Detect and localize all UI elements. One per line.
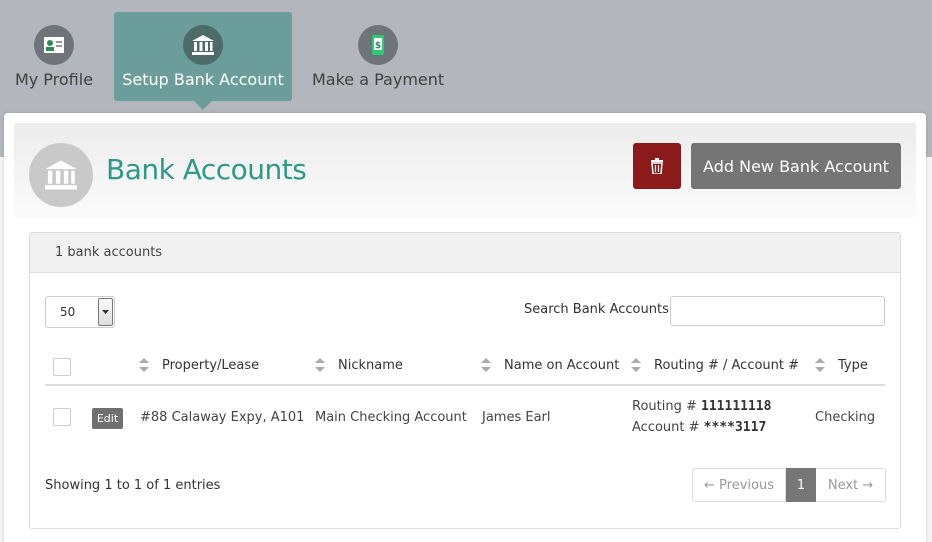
bank-accounts-panel: 1 bank accounts 50 Search Bank Accounts:… xyxy=(29,232,901,529)
sort-icon[interactable] xyxy=(631,358,641,372)
svg-text:$: $ xyxy=(375,41,381,51)
page-length-select[interactable]: 50 xyxy=(45,296,115,328)
tab-label: Make a Payment xyxy=(312,70,445,89)
chevron-down-icon[interactable] xyxy=(98,298,113,326)
previous-button[interactable]: ← Previous xyxy=(692,468,786,502)
page-title: Bank Accounts xyxy=(106,153,307,186)
trash-icon xyxy=(651,158,663,174)
column-nickname[interactable]: Nickname xyxy=(338,358,403,373)
pagination: ← Previous 1 Next → xyxy=(692,468,886,502)
sort-icon[interactable] xyxy=(315,358,325,372)
page-length-value: 50 xyxy=(60,305,76,319)
content-card: Bank Accounts Add New Bank Account 1 ban… xyxy=(4,113,926,542)
next-button[interactable]: Next → xyxy=(816,468,886,502)
tab-setup-bank-account[interactable]: Setup Bank Account xyxy=(114,12,292,110)
account-number: ****3117 xyxy=(703,420,767,435)
column-property-lease[interactable]: Property/Lease xyxy=(162,358,259,373)
page-1-button[interactable]: 1 xyxy=(786,468,816,502)
table-info: Showing 1 to 1 of 1 entries xyxy=(45,478,221,493)
column-routing-account[interactable]: Routing # / Account # xyxy=(654,358,799,373)
routing-number: 111111118 xyxy=(701,399,772,414)
edit-button[interactable]: Edit xyxy=(92,408,123,429)
delete-button[interactable] xyxy=(633,143,681,189)
tab-label: Setup Bank Account xyxy=(122,70,284,89)
account-label: Account # xyxy=(632,420,700,435)
bank-icon xyxy=(29,143,93,207)
table-header: Property/Lease Nickname Name on Account … xyxy=(45,348,885,386)
cell-type: Checking xyxy=(815,410,876,425)
page-header: Bank Accounts Add New Bank Account xyxy=(14,123,916,218)
row-checkbox[interactable] xyxy=(53,408,71,426)
routing-label: Routing # xyxy=(632,399,697,414)
cell-nickname: Main Checking Account xyxy=(315,410,467,425)
table-row: Edit #88 Calaway Expy, A101 Main Checkin… xyxy=(45,388,885,448)
cell-name-on-account: James Earl xyxy=(482,410,551,425)
column-name-on-account[interactable]: Name on Account xyxy=(504,358,619,373)
tab-make-a-payment[interactable]: $ Make a Payment xyxy=(312,12,444,101)
cell-property: #88 Calaway Expy, A101 xyxy=(140,410,305,425)
profile-card-icon xyxy=(34,25,74,65)
cell-account: Account # ****3117 xyxy=(632,420,766,435)
sort-icon[interactable] xyxy=(139,358,149,372)
tab-my-profile[interactable]: My Profile xyxy=(10,12,98,101)
search-label: Search Bank Accounts: xyxy=(524,302,674,317)
panel-heading: 1 bank accounts xyxy=(30,233,900,273)
sort-icon[interactable] xyxy=(815,358,825,372)
search-input[interactable] xyxy=(670,296,885,326)
cell-routing: Routing # 111111118 xyxy=(632,399,771,414)
select-all-checkbox[interactable] xyxy=(53,358,71,376)
phone-dollar-icon: $ xyxy=(358,25,398,65)
bank-icon xyxy=(183,25,223,65)
tab-label: My Profile xyxy=(14,70,94,89)
column-type[interactable]: Type xyxy=(838,358,868,373)
add-new-bank-account-button[interactable]: Add New Bank Account xyxy=(691,143,901,189)
sort-icon[interactable] xyxy=(481,358,491,372)
